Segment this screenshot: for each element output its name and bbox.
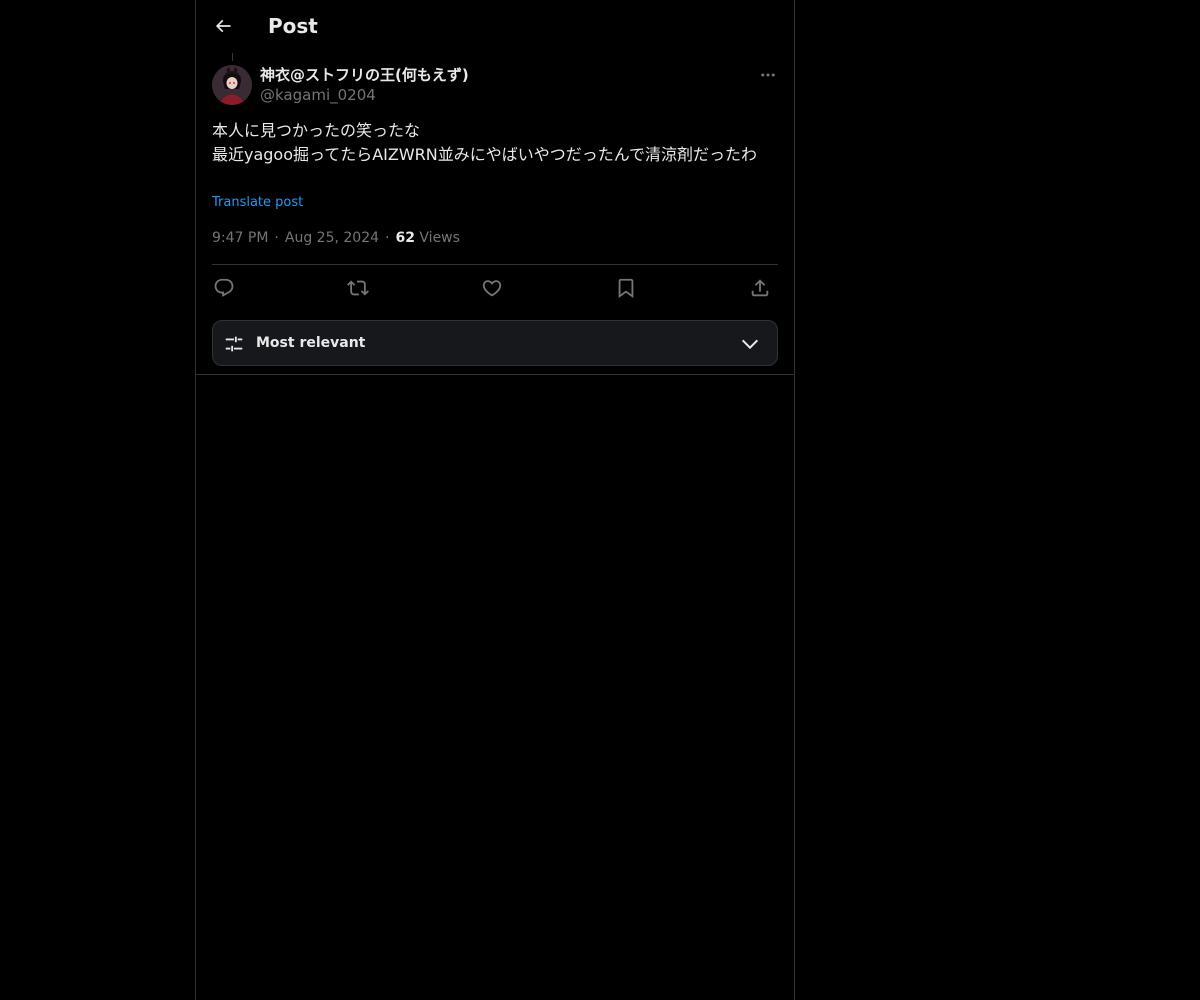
page-title: Post [268,14,318,38]
share-button[interactable] [748,276,772,300]
chevron-down-icon [739,333,761,355]
post-actions-bar [212,276,778,300]
divider [212,264,778,265]
more-options-button[interactable] [754,64,782,86]
thread-connector-line [232,53,233,61]
author-handle[interactable]: @kagami_0204 [260,85,376,105]
sort-label: Most relevant [256,335,366,351]
bookmark-icon [615,277,637,299]
post-date[interactable]: Aug 25, 2024 [285,230,379,246]
views-label: Views [419,230,460,246]
page-header: Post [196,0,794,53]
post-text: 本人に見つかったの笑ったな 最近yagoo掘ってたらAIZWRN並みにやばいやつ… [212,119,778,167]
translate-post-link[interactable]: Translate post [212,194,303,212]
repost-button[interactable] [346,276,370,300]
views-count: 62 [395,230,415,246]
share-icon [749,277,771,299]
sliders-icon [223,333,245,355]
bookmark-button[interactable] [614,276,638,300]
author-display-name[interactable]: 神衣@ストフリの王(何もえず) [260,64,469,86]
main-column: Post 神衣@ストフリの王(何もえず) @kagami_0204 本人に見つか… [195,0,795,1000]
heart-icon [481,277,503,299]
arrow-left-icon [213,16,233,36]
more-horizontal-icon [759,66,777,84]
separator-dot: · [274,230,279,246]
section-divider [196,374,794,375]
post-text-line: 最近yagoo掘ってたらAIZWRN並みにやばいやつだったんで清涼剤だったわ [212,145,757,164]
post-metadata: 9:47 PM · Aug 25, 2024 · 62 Views [212,228,460,248]
avatar-image [212,65,252,105]
back-button[interactable] [208,11,238,41]
post-text-line: 本人に見つかったの笑ったな [212,121,421,140]
post-time[interactable]: 9:47 PM [212,230,268,246]
reply-icon [213,277,235,299]
like-button[interactable] [480,276,504,300]
reply-button[interactable] [212,276,236,300]
avatar[interactable] [212,65,252,105]
repost-icon [347,277,369,299]
replies-sort-dropdown[interactable]: Most relevant [212,320,778,366]
separator-dot: · [385,230,390,246]
